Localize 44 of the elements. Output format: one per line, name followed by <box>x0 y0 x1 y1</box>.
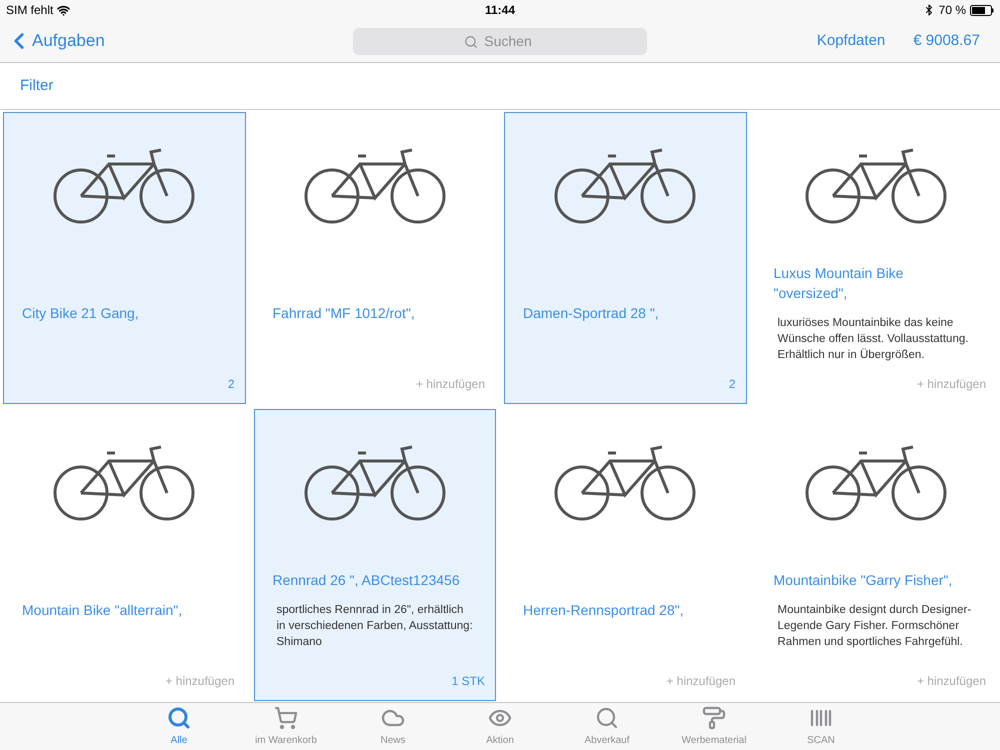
tab-bar-item[interactable]: News <box>340 703 446 750</box>
product-title: Fahrrad "MF 1012/rot", <box>272 304 416 323</box>
battery-label: 70 % <box>938 2 966 19</box>
product-description: sportliches Rennrad in 26", erhältlich in verschiedenen Farben, Ausstattung: Shimano <box>276 602 474 650</box>
tab-bar-item[interactable]: Abverkauf <box>554 703 660 750</box>
search-icon <box>167 706 191 730</box>
paint-roller-icon <box>702 706 726 730</box>
tab-bar-item[interactable]: Aktion <box>446 703 554 750</box>
header-data-link[interactable]: Kopfdaten <box>816 30 886 52</box>
add-link[interactable]: + hinzufügen <box>916 672 986 690</box>
carrier-label: SIM fehlt <box>6 2 54 19</box>
tab-bar-item[interactable]: SCAN <box>768 703 874 750</box>
product-card[interactable]: Damen-Sportrad 28 ", 2 <box>504 112 746 404</box>
tab-bar-item[interactable]: Alle <box>126 703 232 750</box>
search-icon <box>595 706 619 730</box>
search-icon <box>464 34 478 48</box>
wifi-icon <box>57 4 70 16</box>
product-title: Mountainbike "Garry Fisher", <box>774 570 954 590</box>
product-title: Rennrad 26 ", ABCtest123456 <box>272 570 461 590</box>
add-link[interactable]: + hinzufügen <box>666 672 736 690</box>
add-link[interactable]: + hinzufügen <box>416 375 485 393</box>
product-title: Herren-Rennsportrad 28", <box>523 600 685 620</box>
product-card[interactable]: City Bike 21 Gang, 2 <box>3 112 246 404</box>
product-title: Mountain Bike "allterrain", <box>22 600 184 620</box>
add-link[interactable]: + hinzufügen <box>165 672 234 690</box>
quantity-label: 2 <box>228 376 234 393</box>
product-title: Damen-Sportrad 28 ", <box>523 304 660 323</box>
tab-bar-item[interactable]: im Warenkorb <box>232 703 340 750</box>
total-amount: € 9008.67 <box>913 30 980 51</box>
product-description: Mountainbike designt durch Designer-Legende Gary Fisher. Formschöner Rahmen und sportliches Fahrgefühl. <box>776 602 972 650</box>
filter-button[interactable]: Filter <box>20 74 54 98</box>
time-label: 11:44 <box>484 2 516 19</box>
product-card[interactable]: Rennrad 26 ", ABCtest123456 sportliches Rennrad in 26", erhältlich in verschiedenen Farben, Ausstattung: Shimano 1 STK <box>254 408 496 700</box>
quantity-label: 1 STK <box>452 672 485 690</box>
cart-icon <box>274 706 298 730</box>
add-link[interactable]: + hinzufügen <box>916 375 986 393</box>
back-button[interactable]: Aufgaben <box>10 28 105 54</box>
battery-icon <box>970 4 994 16</box>
search-field[interactable]: Suchen <box>353 28 647 54</box>
quantity-label: 2 <box>728 376 736 393</box>
product-title: City Bike 21 Gang, <box>22 304 140 323</box>
tab-bar-item[interactable]: Werbematerial <box>660 703 768 750</box>
product-description: luxuriöses Mountainbike das keine Wünsche offen lässt. Vollausstattung. Erhältlich nur in Übergrößen. <box>776 316 970 363</box>
product-title: Luxus Mountain Bike "oversized", <box>774 264 904 303</box>
